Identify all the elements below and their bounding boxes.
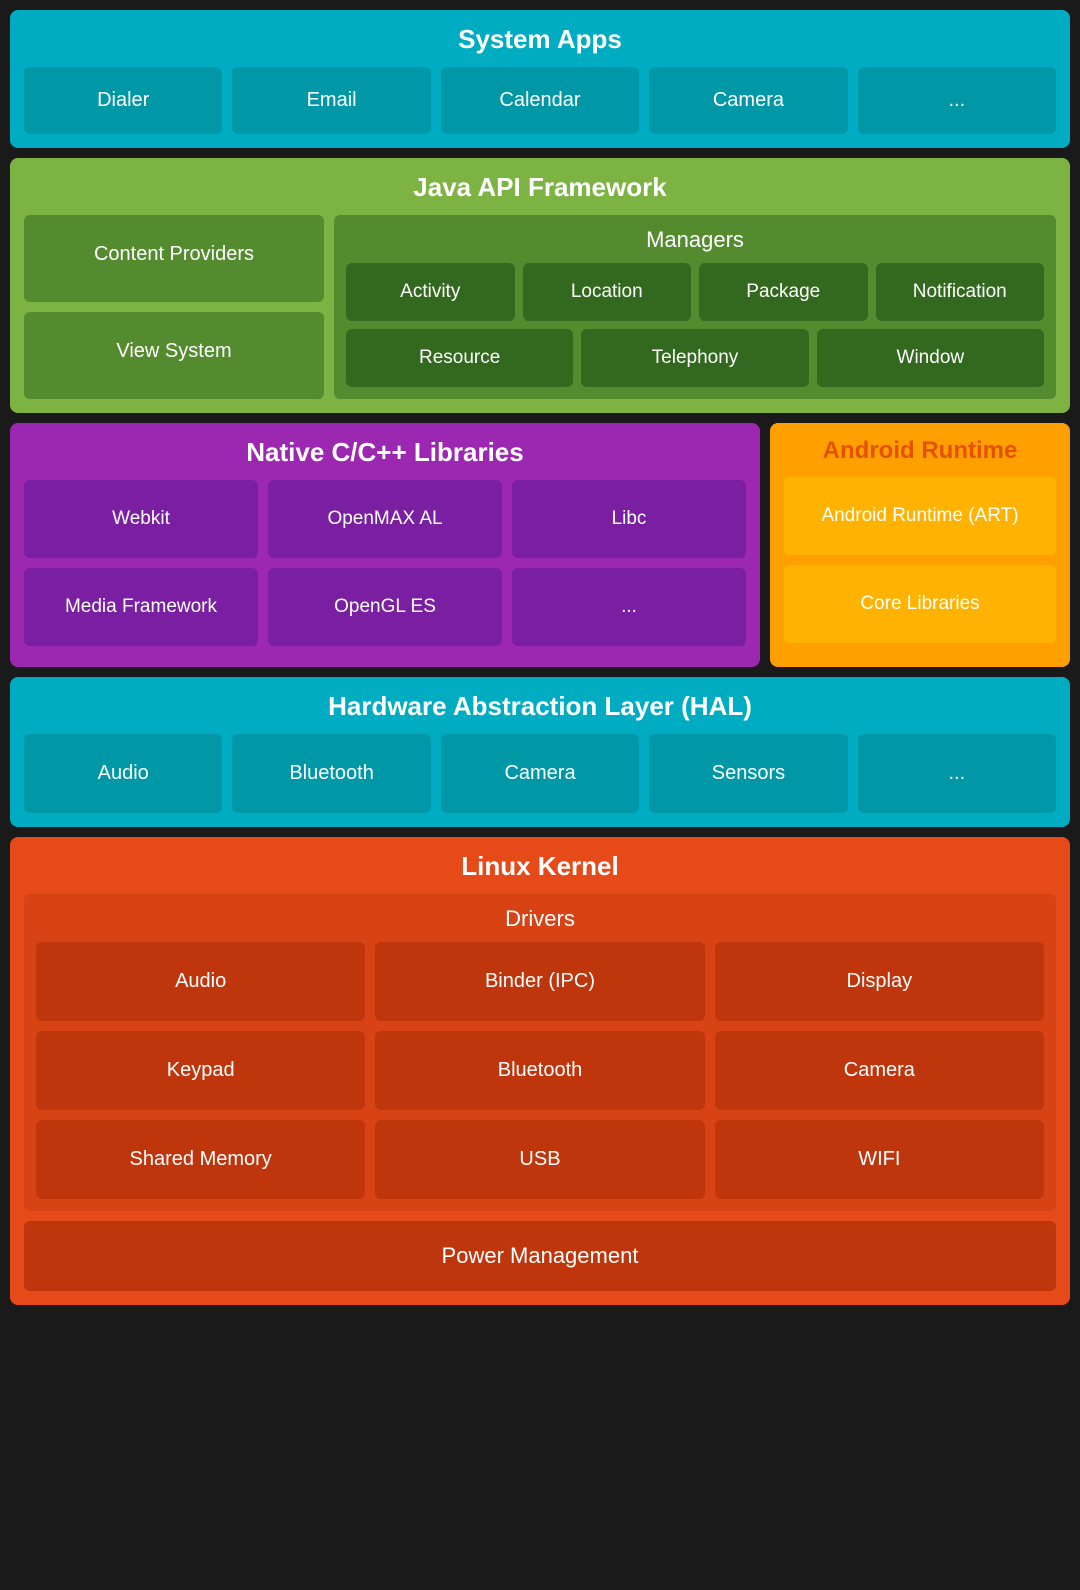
hal-sensors: Sensors [649, 734, 847, 813]
native-libs-title: Native C/C++ Libraries [24, 437, 746, 468]
manager-telephony: Telephony [581, 329, 808, 387]
java-api-layer: Java API Framework Content Providers Vie… [10, 158, 1070, 413]
driver-shared-memory: Shared Memory [36, 1120, 365, 1199]
driver-display: Display [715, 942, 1044, 1021]
java-api-left: Content Providers View System [24, 215, 324, 399]
drivers-title: Drivers [36, 906, 1044, 932]
manager-resource: Resource [346, 329, 573, 387]
native-webkit: Webkit [24, 480, 258, 558]
drivers-grid: Audio Binder (IPC) Display Keypad Blueto… [36, 942, 1044, 1199]
managers-section: Managers Activity Location Package Notif… [334, 215, 1056, 399]
app-camera: Camera [649, 67, 847, 134]
native-opengl: OpenGL ES [268, 568, 502, 646]
linux-kernel-layer: Linux Kernel Drivers Audio Binder (IPC) … [10, 837, 1070, 1305]
android-runtime-core: Core Libraries [784, 565, 1056, 643]
power-management: Power Management [24, 1221, 1056, 1291]
view-system-box: View System [24, 312, 324, 399]
driver-camera: Camera [715, 1031, 1044, 1110]
driver-binder: Binder (IPC) [375, 942, 704, 1021]
manager-window: Window [817, 329, 1044, 387]
driver-keypad: Keypad [36, 1031, 365, 1110]
managers-row-1: Activity Location Package Notification [346, 263, 1044, 321]
linux-kernel-title: Linux Kernel [24, 851, 1056, 882]
app-dialer: Dialer [24, 67, 222, 134]
hal-bluetooth: Bluetooth [232, 734, 430, 813]
hal-layer: Hardware Abstraction Layer (HAL) Audio B… [10, 677, 1070, 827]
system-apps-title: System Apps [24, 24, 1056, 55]
java-api-title: Java API Framework [24, 172, 1056, 203]
managers-row-2: Resource Telephony Window [346, 329, 1044, 387]
app-email: Email [232, 67, 430, 134]
manager-location: Location [523, 263, 692, 321]
driver-bluetooth: Bluetooth [375, 1031, 704, 1110]
hal-grid: Audio Bluetooth Camera Sensors ... [24, 734, 1056, 813]
system-apps-grid: Dialer Email Calendar Camera ... [24, 67, 1056, 134]
android-runtime-layer: Android Runtime Android Runtime (ART) Co… [770, 423, 1070, 667]
hal-audio: Audio [24, 734, 222, 813]
app-calendar: Calendar [441, 67, 639, 134]
driver-wifi: WIFI [715, 1120, 1044, 1199]
driver-usb: USB [375, 1120, 704, 1199]
hal-title: Hardware Abstraction Layer (HAL) [24, 691, 1056, 722]
native-libc: Libc [512, 480, 746, 558]
manager-activity: Activity [346, 263, 515, 321]
native-media-framework: Media Framework [24, 568, 258, 646]
managers-grid: Activity Location Package Notification R… [346, 263, 1044, 387]
manager-notification: Notification [876, 263, 1045, 321]
native-more: ... [512, 568, 746, 646]
native-runtime-row: Native C/C++ Libraries Webkit OpenMAX AL… [10, 423, 1070, 667]
native-libs-grid: Webkit OpenMAX AL Libc Media Framework O… [24, 480, 746, 646]
app-more: ... [858, 67, 1056, 134]
native-libs-layer: Native C/C++ Libraries Webkit OpenMAX AL… [10, 423, 760, 667]
hal-more: ... [858, 734, 1056, 813]
hal-camera: Camera [441, 734, 639, 813]
drivers-section: Drivers Audio Binder (IPC) Display Keypa… [24, 894, 1056, 1211]
manager-package: Package [699, 263, 868, 321]
android-runtime-art: Android Runtime (ART) [784, 477, 1056, 555]
content-providers-box: Content Providers [24, 215, 324, 302]
managers-title: Managers [346, 227, 1044, 253]
java-api-body: Content Providers View System Managers A… [24, 215, 1056, 399]
android-runtime-title: Android Runtime [784, 437, 1056, 465]
native-openmax: OpenMAX AL [268, 480, 502, 558]
driver-audio: Audio [36, 942, 365, 1021]
system-apps-layer: System Apps Dialer Email Calendar Camera… [10, 10, 1070, 148]
